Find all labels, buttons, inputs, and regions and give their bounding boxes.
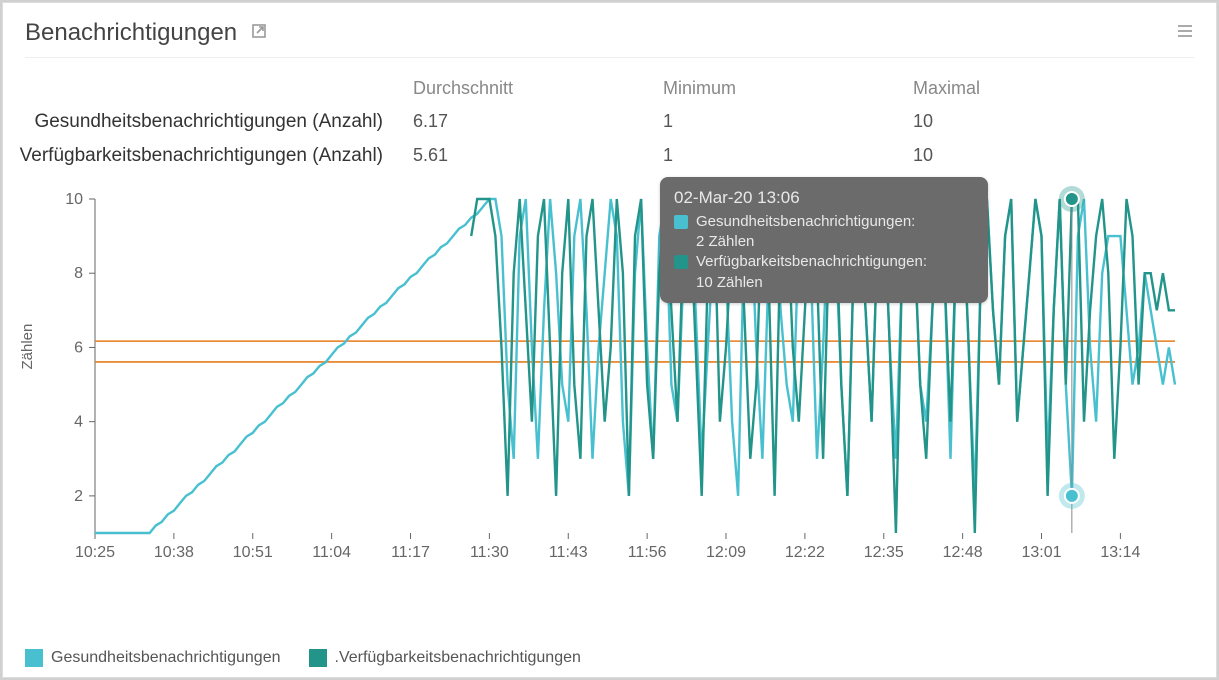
svg-text:13:01: 13:01 (1021, 544, 1061, 561)
card-header: Benachrichtigungen (3, 3, 1216, 57)
svg-text:11:56: 11:56 (628, 544, 667, 561)
stats-row-label: Gesundheitsbenachrichtigungen (Anzahl) (3, 105, 403, 139)
stats-header-max: Maximal (903, 72, 1153, 105)
menu-icon[interactable] (1176, 22, 1194, 45)
svg-text:11:04: 11:04 (312, 544, 351, 561)
svg-text:6: 6 (74, 339, 83, 356)
tooltip-swatch-a (674, 215, 688, 229)
svg-text:11:17: 11:17 (391, 544, 430, 561)
stats-value: 5.61 (403, 139, 653, 173)
stats-header-avg: Durchschnitt (403, 72, 653, 105)
svg-text:11:30: 11:30 (470, 544, 509, 561)
svg-text:10:25: 10:25 (75, 544, 115, 561)
svg-text:12:22: 12:22 (785, 544, 825, 561)
chart-tooltip: 02-Mar-20 13:06 Gesundheitsbenachrichtig… (660, 177, 988, 303)
notifications-card: Benachrichtigungen Durchschnitt Minimum … (2, 2, 1217, 678)
legend-swatch-b (309, 649, 327, 667)
tooltip-title: 02-Mar-20 13:06 (674, 187, 974, 210)
stats-header-min: Minimum (653, 72, 903, 105)
stats-row-label: Verfügbarkeitsbenachrichtigungen (Anzahl… (3, 139, 403, 173)
svg-text:2: 2 (74, 488, 83, 505)
svg-text:10:38: 10:38 (154, 544, 194, 561)
stats-value: 10 (903, 105, 1153, 139)
chart-legend: Gesundheitsbenachrichtigungen .Verfügbar… (25, 649, 581, 667)
chart-area[interactable]: Zählen 24681010:2510:3810:5111:0411:1711… (25, 183, 1194, 573)
stats-value: 1 (653, 105, 903, 139)
svg-text:12:35: 12:35 (864, 544, 904, 561)
stats-value: 6.17 (403, 105, 653, 139)
svg-text:12:48: 12:48 (943, 544, 983, 561)
svg-text:10:51: 10:51 (233, 544, 273, 561)
svg-text:13:14: 13:14 (1100, 544, 1140, 561)
svg-text:8: 8 (74, 265, 83, 282)
svg-text:11:43: 11:43 (549, 544, 588, 561)
legend-label-a: Gesundheitsbenachrichtigungen (51, 649, 281, 667)
svg-text:10: 10 (65, 191, 83, 208)
stats-table: Durchschnitt Minimum Maximal Gesundheits… (3, 58, 1216, 177)
legend-swatch-a (25, 649, 43, 667)
popout-icon[interactable] (251, 23, 267, 44)
card-title: Benachrichtigungen (25, 19, 237, 47)
tooltip-text-a: Gesundheitsbenachrichtigungen: 2 Zählen (696, 212, 915, 253)
tooltip-swatch-b (674, 255, 688, 269)
stats-value: 1 (653, 139, 903, 173)
stats-value: 10 (903, 139, 1153, 173)
svg-text:12:09: 12:09 (706, 544, 746, 561)
line-chart[interactable]: 2 4 6 8 10 10:25 10:38 10:51 11:04 11:17 11:30 11:4… (25, 183, 1195, 573)
tooltip-text-b: Verfügbarkeitsbenachrichtigungen: 10 Zäh… (696, 252, 927, 293)
svg-text:4: 4 (74, 414, 83, 431)
legend-item-b[interactable]: .Verfügbarkeitsbenachrichtigungen (309, 649, 581, 667)
legend-label-b: .Verfügbarkeitsbenachrichtigungen (335, 649, 581, 667)
legend-item-a[interactable]: Gesundheitsbenachrichtigungen (25, 649, 281, 667)
